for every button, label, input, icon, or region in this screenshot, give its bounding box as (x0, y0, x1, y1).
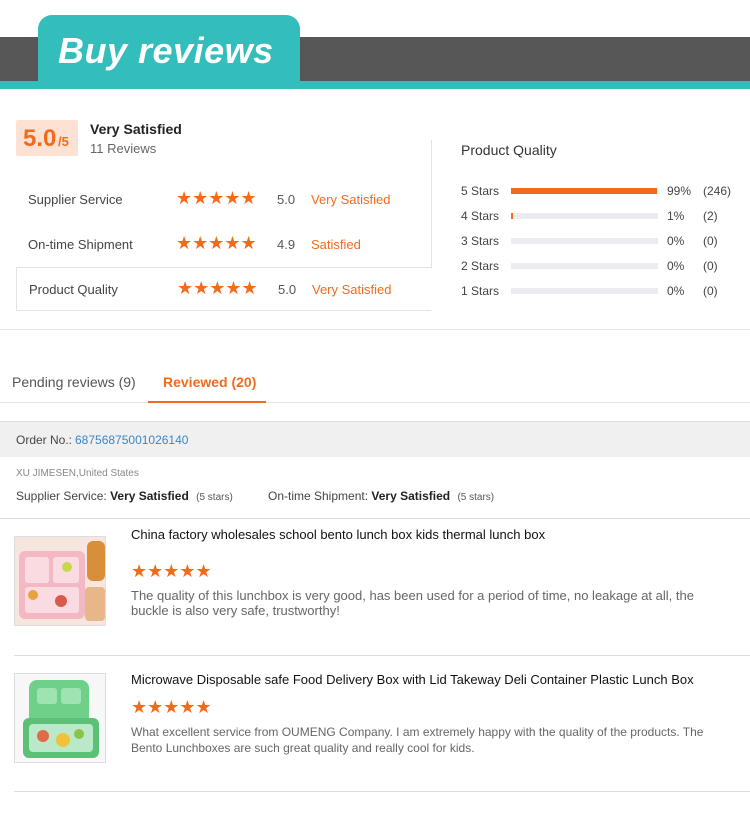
distribution-bar (511, 288, 658, 294)
order-bar: Order No.: 68756875001026140 (0, 421, 750, 457)
metric-rating-text: Satisfied (311, 237, 361, 252)
distribution-bar (511, 238, 658, 244)
distribution-row: 1 Stars 0% (0) (461, 283, 741, 301)
distribution-count: (0) (703, 259, 718, 273)
distribution-percent: 0% (667, 234, 685, 248)
tab-reviewed[interactable]: Reviewed (20) (163, 374, 256, 390)
star-icon: ★★★★★ (131, 697, 212, 717)
distribution-count: (0) (703, 234, 718, 248)
distribution-bar (511, 213, 658, 219)
metric-score: 5.0 (277, 192, 296, 207)
distribution-label: 4 Stars (461, 209, 500, 223)
distribution-percent: 0% (667, 284, 685, 298)
metric-rating-text: Very Satisfied (312, 282, 392, 297)
product-review-text: What excellent service from OUMENG Compa… (131, 725, 704, 755)
product-title-link[interactable]: China factory wholesales school bento lu… (131, 527, 545, 542)
product-quality-title: Product Quality (461, 142, 557, 158)
metric-row-ontime-shipment: On-time Shipment ★★★★★ 4.9 Satisfied (16, 223, 431, 267)
supplier-service-value: Very Satisfied (110, 489, 189, 503)
distribution-label: 5 Stars (461, 184, 500, 198)
metric-row-supplier-service: Supplier Service ★★★★★ 5.0 Very Satisfie… (16, 178, 431, 222)
distribution-percent: 1% (667, 209, 685, 223)
banner-teal-strip (0, 81, 750, 89)
distribution-row: 4 Stars 1% (2) (461, 208, 741, 226)
overall-rating-text: Very Satisfied (90, 121, 182, 137)
tab-pending-reviews[interactable]: Pending reviews (9) (12, 374, 136, 390)
metric-rating-text: Very Satisfied (311, 192, 391, 207)
item-divider (14, 655, 750, 656)
tab-baseline (0, 402, 750, 403)
supplier-service-label: Supplier Service: (16, 489, 107, 503)
buyer-info: XU JIMESEN,United States (16, 468, 139, 479)
bento-box-pink-image (15, 537, 105, 625)
supplier-service-stars: (5 stars) (196, 492, 233, 503)
distribution-count: (246) (703, 184, 732, 198)
star-icon: ★★★★★ (176, 233, 257, 253)
review-count: 11 Reviews (90, 141, 157, 156)
item-divider (0, 518, 750, 519)
metric-label: Product Quality (29, 282, 118, 297)
distribution-bar (511, 188, 658, 194)
product-image[interactable] (14, 536, 106, 626)
order-label: Order No.: (16, 433, 73, 447)
ontime-shipment-label: On-time Shipment: (268, 489, 369, 503)
metric-label: On-time Shipment (28, 237, 133, 252)
item-divider (14, 791, 750, 792)
distribution-label: 3 Stars (461, 234, 500, 248)
distribution-count: (0) (703, 284, 718, 298)
product-review-text: The quality of this lunchbox is very goo… (131, 588, 694, 618)
summary-divider (431, 140, 432, 268)
star-icon: ★★★★★ (176, 188, 257, 208)
metric-label: Supplier Service (28, 192, 123, 207)
distribution-bar-fill (511, 213, 513, 219)
section-divider (0, 329, 750, 330)
distribution-count: (2) (703, 209, 718, 223)
bento-box-green-image (15, 674, 105, 762)
star-icon: ★★★★★ (131, 561, 212, 581)
banner: Buy reviews (0, 0, 750, 100)
star-icon: ★★★★★ (177, 278, 258, 298)
distribution-bar-fill (511, 188, 657, 194)
distribution-percent: 99% (667, 184, 692, 198)
metric-row-product-quality[interactable]: Product Quality ★★★★★ 5.0 Very Satisfied (16, 267, 431, 311)
metric-score: 5.0 (278, 282, 297, 297)
overall-score: 5.0 (23, 125, 57, 152)
distribution-row: 3 Stars 0% (0) (461, 233, 741, 251)
overall-score-suffix: /5 (58, 134, 69, 149)
distribution-row: 5 Stars 99% (246) (461, 183, 741, 201)
banner-title: Buy reviews (58, 30, 274, 71)
distribution-label: 1 Stars (461, 284, 500, 298)
distribution-label: 2 Stars (461, 259, 500, 273)
distribution-bar (511, 263, 658, 269)
ontime-shipment-value: Very Satisfied (371, 489, 451, 503)
order-ontime-shipment: On-time Shipment: Very Satisfied (5 star… (268, 489, 494, 503)
overall-score-badge: 5.0 /5 (16, 120, 78, 156)
metric-score: 4.9 (277, 237, 296, 252)
order-supplier-service: Supplier Service: Very Satisfied (5 star… (16, 489, 233, 503)
ontime-shipment-stars: (5 stars) (457, 492, 495, 503)
product-title-link[interactable]: Microwave Disposable safe Food Delivery … (131, 672, 694, 687)
distribution-row: 2 Stars 0% (0) (461, 258, 741, 276)
order-number-link[interactable]: 68756875001026140 (75, 433, 188, 447)
distribution-percent: 0% (667, 259, 685, 273)
product-image[interactable] (14, 673, 106, 763)
active-tab-indicator (148, 401, 266, 403)
